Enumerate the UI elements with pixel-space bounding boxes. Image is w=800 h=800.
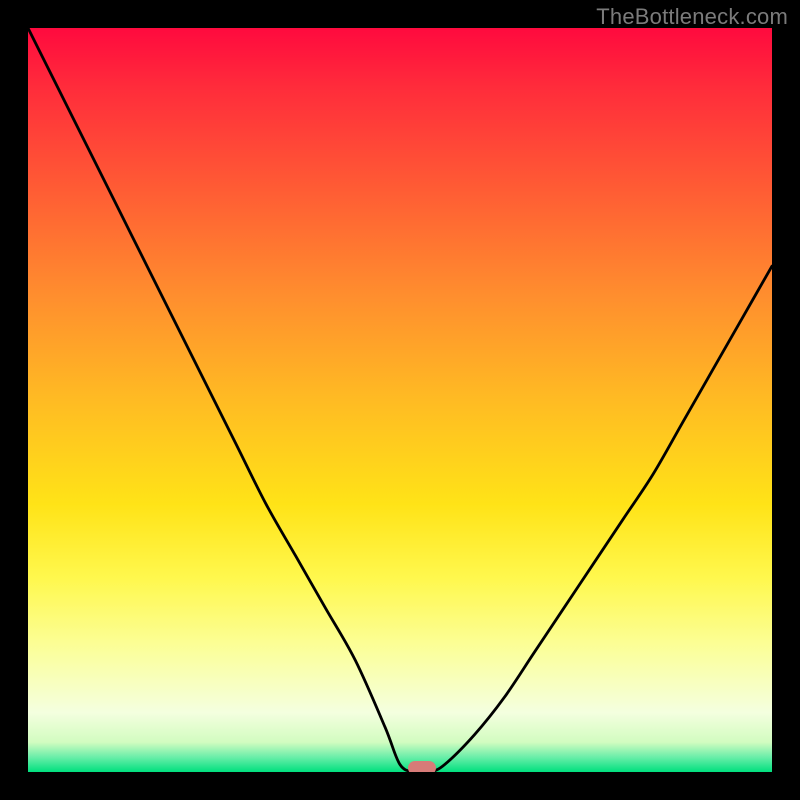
optimum-marker (408, 761, 436, 772)
curve-svg (28, 28, 772, 772)
watermark-text: TheBottleneck.com (596, 4, 788, 30)
plot-area (28, 28, 772, 772)
chart-stage: TheBottleneck.com (0, 0, 800, 800)
bottleneck-curve-path (28, 28, 772, 772)
